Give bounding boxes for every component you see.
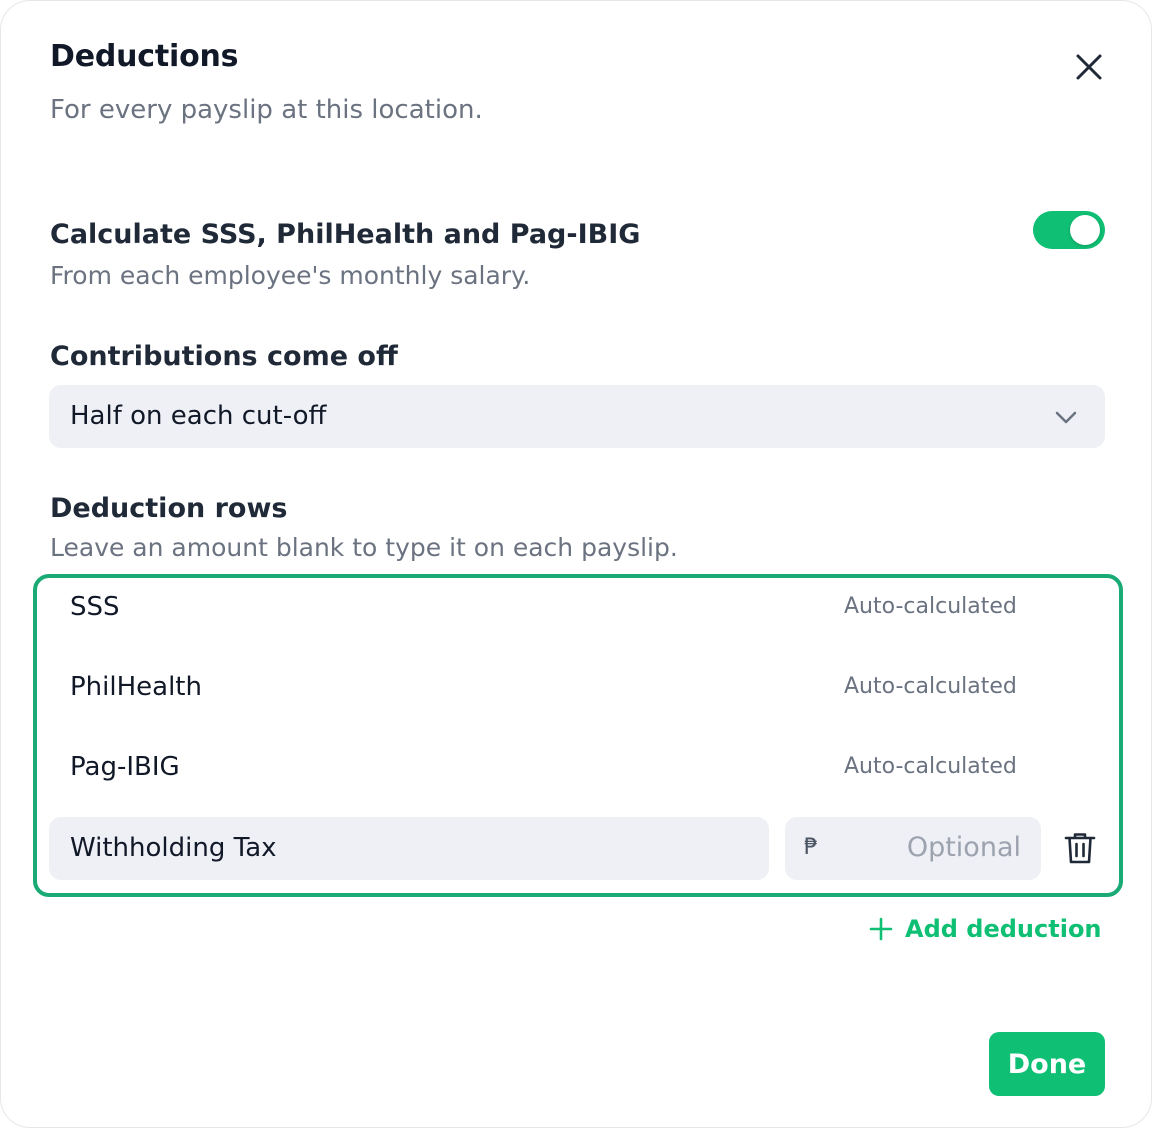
- amount-placeholder: Optional: [906, 832, 1021, 863]
- deduction-row-name-pagibig: Pag-IBIG: [70, 752, 180, 782]
- deduction-name-input[interactable]: Withholding Tax: [49, 817, 769, 880]
- close-icon: [1076, 54, 1102, 80]
- close-button[interactable]: [1069, 47, 1109, 87]
- deduction-amount-input[interactable]: ₱ Optional: [785, 817, 1041, 880]
- calculate-contributions-description: From each employee's monthly salary.: [50, 261, 531, 290]
- dialog-subtitle: For every payslip at this location.: [50, 95, 483, 125]
- deduction-name-value: Withholding Tax: [70, 833, 277, 863]
- chevron-down-icon: [1055, 411, 1077, 424]
- done-button[interactable]: Done: [989, 1032, 1105, 1096]
- deduction-row-status-sss: Auto-calculated: [844, 594, 1017, 619]
- calculate-contributions-toggle[interactable]: [1033, 211, 1105, 249]
- add-deduction-button[interactable]: Add deduction: [867, 911, 1102, 947]
- deduction-rows-description: Leave an amount blank to type it on each…: [50, 533, 678, 562]
- dialog-title: Deductions: [50, 39, 239, 74]
- deduction-row-status-pagibig: Auto-calculated: [844, 754, 1017, 779]
- trash-icon: [1064, 833, 1096, 864]
- plus-icon: [869, 917, 893, 941]
- calculate-contributions-label: Calculate SSS, PhilHealth and Pag-IBIG: [50, 219, 641, 250]
- contributions-label: Contributions come off: [50, 341, 398, 372]
- delete-deduction-button[interactable]: [1063, 830, 1097, 866]
- peso-symbol: ₱: [804, 835, 818, 860]
- contributions-select[interactable]: Half on each cut-off: [49, 385, 1105, 448]
- deduction-row-status-philhealth: Auto-calculated: [844, 674, 1017, 699]
- deduction-row-name-philhealth: PhilHealth: [70, 672, 202, 702]
- toggle-knob: [1070, 215, 1100, 245]
- deductions-dialog: Deductions For every payslip at this loc…: [0, 0, 1152, 1128]
- contributions-selected-value: Half on each cut-off: [70, 401, 327, 431]
- deduction-rows-label: Deduction rows: [50, 493, 288, 524]
- add-deduction-label: Add deduction: [905, 915, 1102, 943]
- deduction-row-name-sss: SSS: [70, 592, 120, 622]
